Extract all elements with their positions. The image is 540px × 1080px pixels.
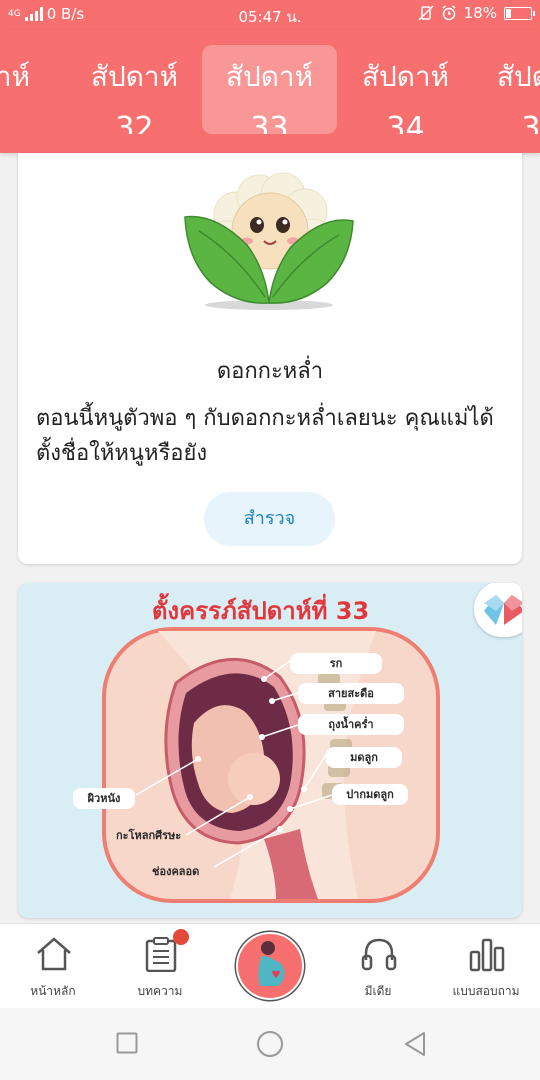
label-uterus: มดลูก (326, 747, 402, 768)
back-icon[interactable] (402, 1030, 428, 1058)
label-skin: ผิวหนัง (73, 788, 135, 809)
illustration-title: ตั้งครรภ์สัปดาห์ที่ 33 (151, 597, 370, 625)
nav-articles[interactable]: บทความ (115, 924, 205, 1009)
pregnancy-illustration (102, 627, 440, 903)
week-tab-label: สัปดาห์ (0, 60, 31, 93)
nav-survey[interactable]: แบบสอบถาม (441, 924, 531, 1009)
nav-media[interactable]: มีเดีย (333, 924, 423, 1009)
bottom-navigation: หน้าหลัก บทความ มีเดีย แบบสอบถาม (0, 923, 540, 1008)
pregnancy-illustration-card[interactable]: ตั้งครรภ์สัปดาห์ที่ 33 รก สายสะดือ ถุงน้… (18, 583, 522, 918)
headphones-icon (361, 938, 397, 971)
home-icon (37, 937, 71, 971)
pregnant-woman-icon (258, 941, 285, 986)
favorite-button[interactable] (474, 583, 522, 637)
week-tab-number: 33 (250, 111, 289, 135)
nav-pregnancy[interactable] (236, 932, 304, 1000)
recents-icon[interactable] (116, 1032, 138, 1054)
label-vagina: ช่องคลอด (152, 865, 200, 878)
week-tab-number: 34 (386, 111, 425, 135)
cauliflower-icon (184, 172, 354, 310)
heart-icon (484, 595, 522, 625)
week-tab-number: 35 (521, 111, 540, 135)
week-tab-label: สัปดาห์ (225, 60, 314, 93)
label-placenta: รก (290, 653, 382, 674)
week-tab-label: สัปดาห์ (90, 60, 179, 93)
fruit-description: ตอนนี้หนูตัวพอ ๆ กับดอกกะหล่ำเลยนะ คุณแม… (36, 406, 494, 466)
nav-media-label: มีเดีย (364, 984, 392, 998)
nav-survey-label: แบบสอบถาม (452, 984, 520, 998)
nav-articles-label: บทความ (137, 984, 183, 998)
notification-badge (173, 929, 189, 945)
alarm-icon (442, 5, 456, 21)
label-amniotic-sac: ถุงน้ำคร่ำ (298, 714, 404, 735)
week-tab-number: 31 (0, 114, 54, 135)
fruit-name: ดอกกะหล่ำ (216, 359, 324, 384)
week-selector[interactable]: สัปดาห์ 31 สัปดาห์ 32 สัปดาห์ 33 สัปดาห์… (0, 30, 540, 153)
bar-chart-icon (469, 938, 505, 972)
vibrate-off-icon (418, 5, 434, 21)
label-skull: กะโหลกศีรษะ (116, 829, 182, 842)
nav-home-label: หน้าหลัก (30, 984, 76, 998)
explore-button[interactable]: สำรวจ (204, 492, 335, 546)
tab-week-31[interactable]: สัปดาห์ 31 (0, 45, 54, 134)
status-bar: 4G 0 B/s 05:47 น. 18% (0, 0, 540, 30)
tab-week-35[interactable]: สัปดาห์ 35 (473, 45, 540, 134)
week-tab-label: สัปดาห์ (361, 60, 450, 93)
home-button-icon[interactable] (256, 1030, 284, 1058)
battery-percent: 18% (463, 4, 497, 22)
week-tab-label: สัปดาห์ (496, 60, 540, 93)
system-navigation (0, 1008, 540, 1080)
tab-week-33[interactable]: สัปดาห์ 33 (202, 45, 337, 134)
label-umbilical-cord: สายสะดือ (298, 683, 404, 704)
label-cervix: ปากมดลูก (332, 784, 408, 805)
tab-week-34[interactable]: สัปดาห์ 34 (338, 45, 473, 134)
week-tab-number: 32 (115, 111, 154, 135)
tab-week-32[interactable]: สัปดาห์ 32 (67, 45, 202, 134)
battery-icon (504, 6, 535, 20)
baby-size-card: ดอกกะหล่ำ ตอนนี้หนูตัวพอ ๆ กับดอกกะหล่ำเ… (18, 153, 522, 564)
nav-home[interactable]: หน้าหลัก (8, 924, 98, 1009)
